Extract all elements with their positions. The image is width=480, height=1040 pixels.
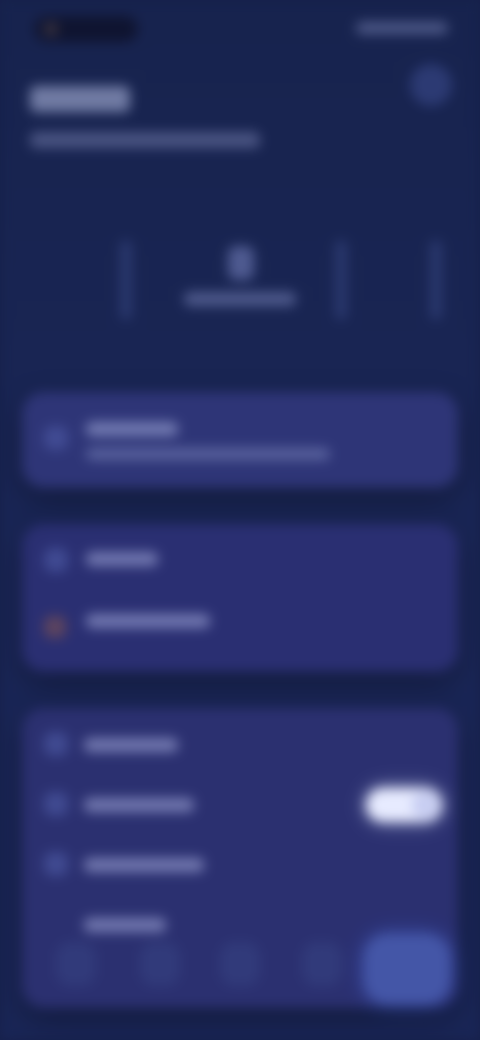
summary-card[interactable] <box>22 392 458 488</box>
bolt-icon <box>44 426 68 450</box>
summary-subtitle <box>86 448 330 460</box>
dial-tick <box>430 240 442 320</box>
sun-icon <box>44 852 68 876</box>
bolt-icon <box>228 246 254 280</box>
mode-dial[interactable] <box>100 210 480 340</box>
dial-label <box>184 292 296 306</box>
brand-chip <box>34 16 138 42</box>
calendar-icon <box>44 548 68 572</box>
day-chip[interactable] <box>56 942 96 986</box>
day-chip[interactable] <box>220 942 260 986</box>
status-indicators <box>356 22 448 34</box>
settings-toggle[interactable] <box>366 788 442 822</box>
schedule-card[interactable] <box>22 524 458 672</box>
day-chip[interactable] <box>302 942 342 986</box>
day-chip[interactable] <box>140 942 180 986</box>
page-subtitle <box>30 132 260 148</box>
day-chip-selected[interactable] <box>364 934 450 1004</box>
dial-tick <box>120 240 132 320</box>
schedule-warning-label <box>86 614 210 628</box>
toggle-knob <box>412 792 438 818</box>
settings-row-4-label <box>84 918 166 932</box>
settings-row-2-label <box>84 798 194 812</box>
moon-icon <box>44 792 68 816</box>
status-bar <box>28 14 452 46</box>
settings-row-3-label <box>84 858 204 872</box>
screen <box>0 0 480 1040</box>
warning-icon <box>44 616 66 638</box>
brand-icon <box>44 22 58 36</box>
profile-button[interactable] <box>410 64 452 106</box>
settings-row-1-label <box>84 738 178 752</box>
clock-icon <box>44 732 68 756</box>
page-title <box>30 86 130 112</box>
schedule-row-label <box>86 552 158 566</box>
summary-title <box>86 422 178 436</box>
dial-tick <box>335 240 347 320</box>
